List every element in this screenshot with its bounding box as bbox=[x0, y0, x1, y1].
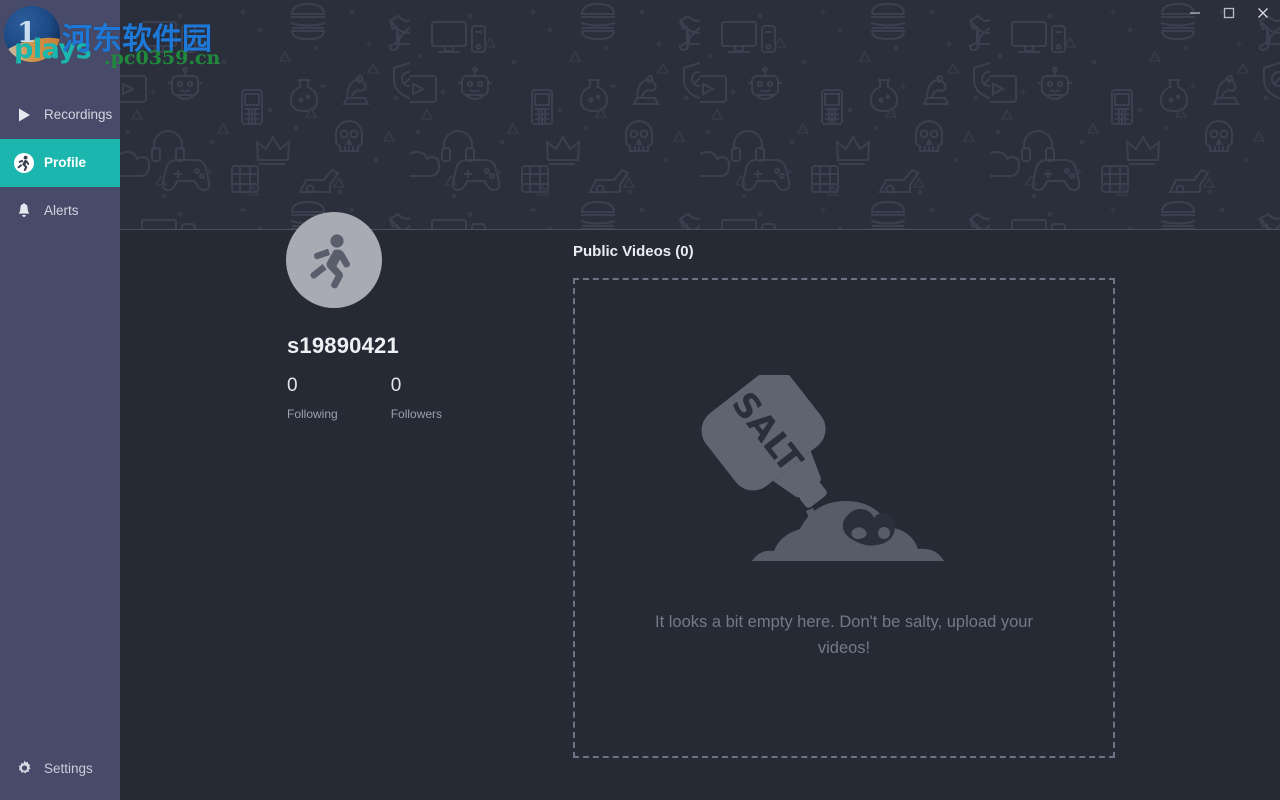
minimize-button[interactable] bbox=[1178, 0, 1212, 26]
stat-following[interactable]: 0 Following bbox=[287, 375, 338, 421]
profile-summary: s19890421 0 Following 0 Followers bbox=[230, 212, 530, 421]
sidebar-label-profile: Profile bbox=[44, 155, 87, 171]
logo-wordmark: plays bbox=[14, 34, 92, 65]
stat-followers-value: 0 bbox=[390, 375, 402, 396]
app-logo[interactable]: 1 plays bbox=[0, 0, 120, 82]
app-window: 1 plays Recordings Profile Alerts Settin… bbox=[0, 0, 1280, 800]
sidebar-nav: Recordings Profile Alerts bbox=[0, 91, 120, 235]
stat-followers[interactable]: 0 Followers bbox=[390, 375, 443, 421]
maximize-button[interactable] bbox=[1212, 0, 1246, 26]
stat-followers-label: Followers bbox=[390, 406, 443, 421]
window-titlebar bbox=[120, 0, 1280, 26]
sidebar-item-settings[interactable]: Settings bbox=[0, 752, 93, 784]
sidebar-label-recordings: Recordings bbox=[44, 107, 113, 123]
close-button[interactable] bbox=[1246, 0, 1280, 26]
empty-videos-dropzone[interactable]: SALT It looks a bit empty here. Don't be… bbox=[573, 278, 1115, 758]
runner-icon bbox=[13, 153, 35, 173]
gear-icon bbox=[13, 760, 35, 777]
sidebar-item-recordings[interactable]: Recordings bbox=[0, 91, 120, 139]
public-videos-panel: Public Videos (0) SALT It looks a bit em… bbox=[573, 243, 1115, 758]
stat-following-value: 0 bbox=[287, 375, 298, 396]
sidebar-item-profile[interactable]: Profile bbox=[0, 139, 120, 187]
empty-state-message: It looks a bit empty here. Don't be salt… bbox=[655, 612, 1033, 657]
sidebar-item-alerts[interactable]: Alerts bbox=[0, 187, 120, 235]
profile-banner bbox=[120, 0, 1280, 230]
runner-avatar-icon bbox=[310, 234, 351, 289]
sidebar: 1 plays Recordings Profile Alerts Settin… bbox=[0, 0, 120, 800]
sidebar-label-settings: Settings bbox=[44, 760, 93, 776]
salt-shaker-icon: SALT bbox=[694, 369, 994, 580]
sidebar-label-alerts: Alerts bbox=[44, 203, 79, 219]
banner-pattern bbox=[120, 0, 1280, 230]
profile-username: s19890421 bbox=[287, 333, 399, 358]
avatar[interactable] bbox=[286, 212, 382, 308]
public-videos-title: Public Videos (0) bbox=[573, 243, 694, 260]
play-icon bbox=[13, 107, 35, 123]
profile-stats: 0 Following 0 Followers bbox=[287, 375, 530, 421]
bell-icon bbox=[13, 202, 35, 220]
stat-following-label: Following bbox=[287, 406, 338, 421]
